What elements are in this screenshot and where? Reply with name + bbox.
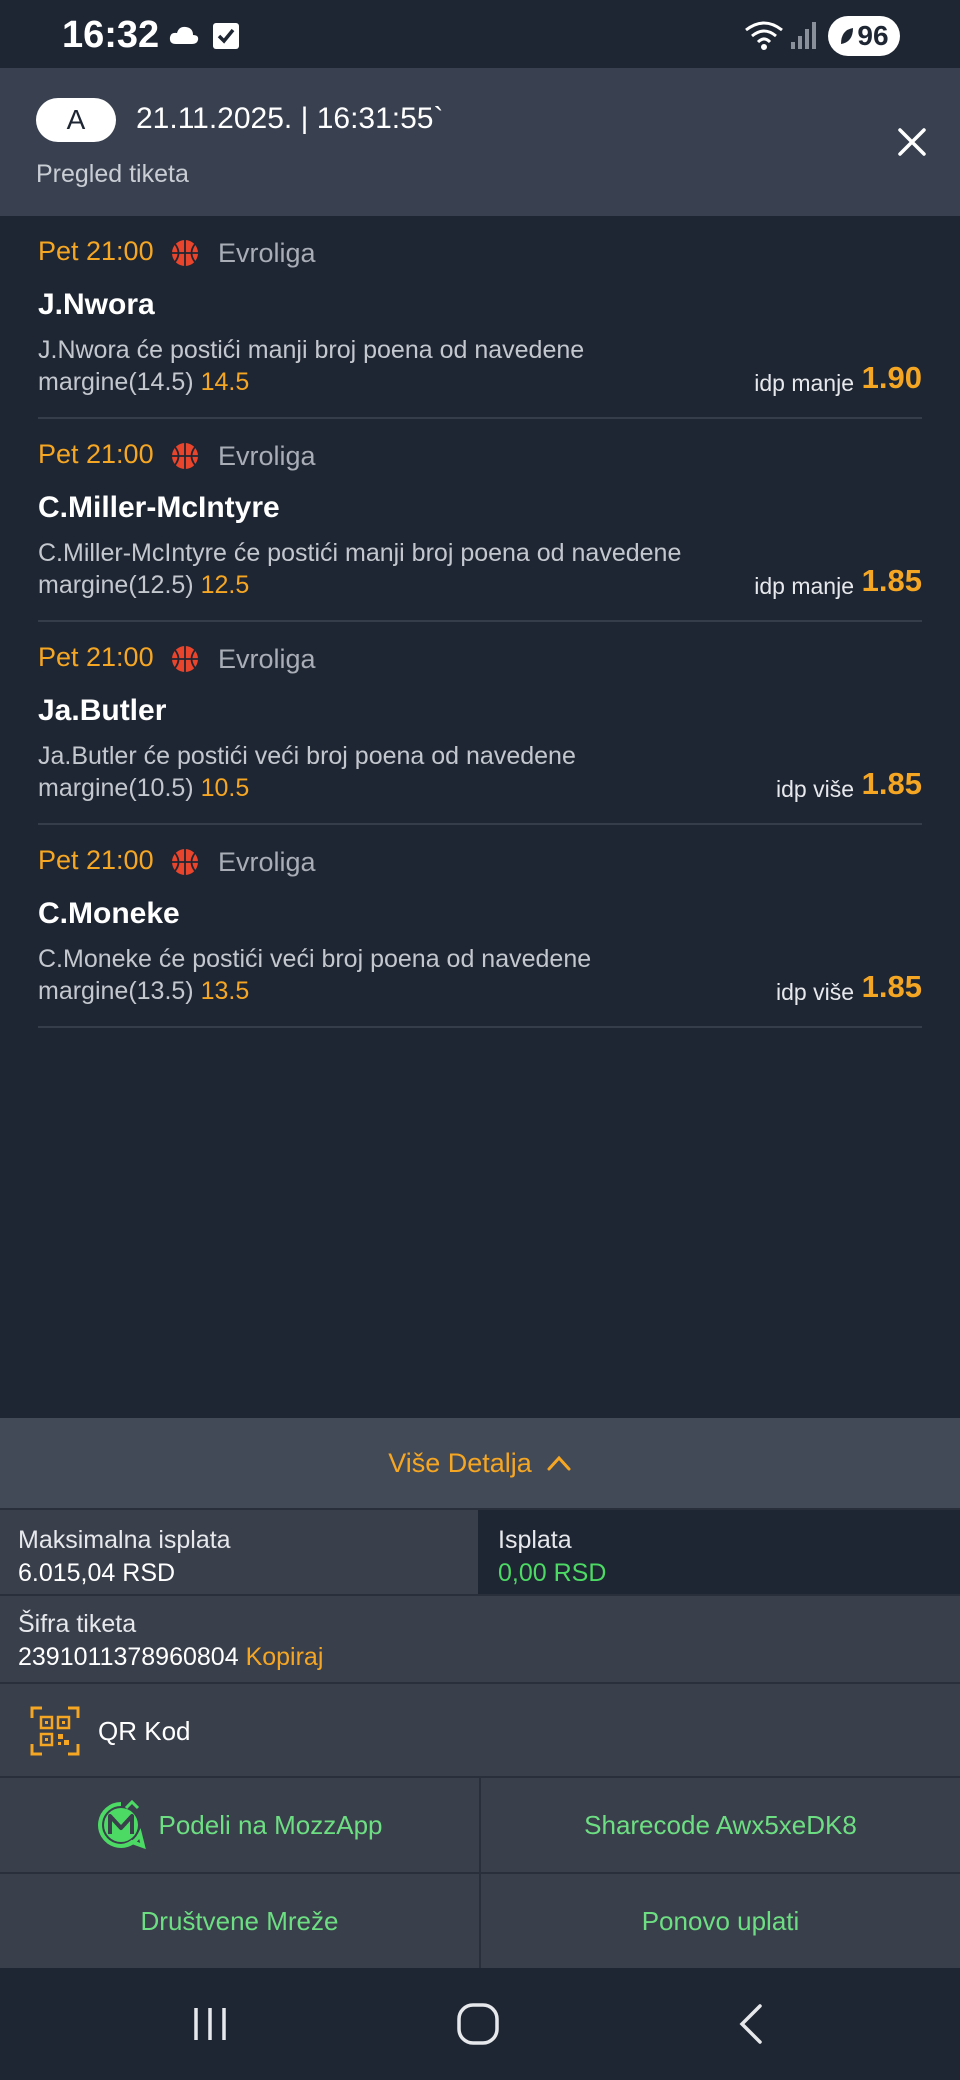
avatar[interactable]: A (36, 98, 116, 142)
bet-description-line2: margine(13.5) (38, 977, 194, 1005)
battery-icon: 96 (828, 16, 900, 56)
bet-description-line1: C.Moneke će postići veći broj poena od n… (38, 945, 592, 973)
payout-value: 0,00 RSD (498, 1559, 607, 1587)
bet-description-line1: Ja.Butler će postići veći broj poena od … (38, 742, 576, 770)
signal-icon (791, 22, 816, 49)
share-mozzapp-label: Podeli na MozzApp (158, 1809, 383, 1840)
bet-odds: 1.85 (861, 766, 922, 801)
battery-level: 96 (857, 20, 889, 51)
bet-item: Pet 21:00 Evroliga Ja.Butler Ja.Butler ć… (38, 622, 922, 825)
bet-type: idp manje (754, 370, 854, 396)
more-details-toggle[interactable]: Više Detalja (0, 1418, 960, 1508)
bet-odds: 1.90 (861, 360, 922, 395)
bet-description: J.Nwora će postići manji broj poena od n… (38, 334, 758, 398)
bet-league: Evroliga (218, 238, 316, 268)
bet-player: C.Moneke (38, 897, 180, 930)
bet-margin: 10.5 (200, 774, 250, 802)
max-payout-label: Maksimalna isplata (18, 1526, 231, 1554)
system-nav-bar (0, 1968, 960, 2080)
status-time: 16:32 (62, 14, 160, 56)
ticket-code: 2391011378960804 (18, 1643, 239, 1671)
bet-description: C.Moneke će postići veći broj poena od n… (38, 943, 758, 1007)
payout-row: Maksimalna isplata 6.015,04 RSD Isplata … (0, 1508, 960, 1594)
bet-description-line2: margine(12.5) (38, 571, 194, 599)
bet-time: Pet 21:00 (38, 439, 154, 469)
bet-margin: 14.5 (200, 368, 250, 396)
bet-description: C.Miller-McIntyre će postići manji broj … (38, 537, 758, 601)
bet-time: Pet 21:00 (38, 845, 154, 875)
bet-description-line1: J.Nwora će postići manji broj poena od n… (38, 336, 585, 364)
more-details-label: Više Detalja (388, 1447, 532, 1478)
cloud-icon (169, 26, 199, 44)
home-icon[interactable] (456, 2002, 500, 2046)
leaf-icon (841, 28, 854, 44)
bet-margin: 13.5 (200, 977, 250, 1005)
bet-league: Evroliga (218, 847, 316, 877)
replay-label: Ponovo uplati (641, 1905, 800, 1936)
bet-type: idp više (776, 776, 854, 802)
bet-description-line2: margine(10.5) (38, 774, 194, 802)
bet-odds: 1.85 (861, 969, 922, 1004)
bet-item: Pet 21:00 Evroliga C.Miller-McIntyre C.M… (38, 419, 922, 622)
bet-description-line1: C.Miller-McIntyre će postići manji broj … (38, 539, 682, 567)
qr-code-row[interactable]: QR Kod (0, 1682, 960, 1776)
bet-margin: 12.5 (200, 571, 250, 599)
check-icon (213, 23, 239, 49)
ticket-code-row: Šifra tiketa 2391011378960804 Kopiraj (0, 1594, 960, 1682)
basketball-icon (172, 849, 198, 875)
social-networks-button[interactable]: Društvene Mreže (0, 1874, 479, 1968)
close-icon[interactable] (894, 124, 930, 160)
basketball-icon (172, 646, 198, 672)
chevron-up-icon (547, 1455, 571, 1471)
bet-item: Pet 21:00 Evroliga C.Moneke C.Moneke će … (38, 825, 922, 1028)
max-payout-value: 6.015,04 RSD (18, 1559, 176, 1587)
mozzapp-icon (98, 1800, 147, 1850)
recent-apps-icon[interactable] (190, 2004, 230, 2044)
bet-player: J.Nwora (38, 288, 155, 321)
bet-odds: 1.85 (861, 563, 922, 598)
sharecode-label: Sharecode Awx5xeDK8 (584, 1809, 857, 1840)
sharecode-button[interactable]: Sharecode Awx5xeDK8 (479, 1778, 960, 1872)
bet-player: C.Miller-McIntyre (38, 491, 280, 524)
wifi-icon (745, 21, 783, 50)
basketball-icon (172, 240, 198, 266)
share-mozzapp-button[interactable]: Podeli na MozzApp (0, 1778, 479, 1872)
copy-button[interactable]: Kopiraj (246, 1643, 324, 1671)
payout-cell: Isplata 0,00 RSD (478, 1508, 960, 1594)
ticket-code-label: Šifra tiketa (18, 1610, 137, 1638)
page-title: Pregled tiketa (36, 160, 189, 188)
bet-time: Pet 21:00 (38, 642, 154, 672)
ticket-datetime: 21.11.2025. | 16:31:55` (136, 102, 444, 135)
action-buttons: Podeli na MozzApp Sharecode Awx5xeDK8 Dr… (0, 1776, 960, 1968)
status-bar: 16:32 96 (0, 0, 960, 68)
bet-league: Evroliga (218, 441, 316, 471)
bet-description-line2: margine(14.5) (38, 368, 194, 396)
social-networks-label: Društvene Mreže (140, 1905, 339, 1936)
bet-type: idp više (776, 979, 854, 1005)
bet-time: Pet 21:00 (38, 236, 154, 266)
ticket-header: A 21.11.2025. | 16:31:55` Pregled tiketa (0, 68, 960, 216)
replay-button[interactable]: Ponovo uplati (479, 1874, 960, 1968)
bet-item: Pet 21:00 Evroliga J.Nwora J.Nwora će po… (38, 216, 922, 419)
bet-type: idp manje (754, 573, 854, 599)
bet-description: Ja.Butler će postići veći broj poena od … (38, 740, 758, 804)
back-icon[interactable] (736, 2002, 766, 2046)
max-payout-cell: Maksimalna isplata 6.015,04 RSD (0, 1508, 478, 1594)
payout-label: Isplata (498, 1526, 572, 1554)
basketball-icon (172, 443, 198, 469)
qr-code-label: QR Kod (98, 1716, 191, 1746)
bet-list: Pet 21:00 Evroliga J.Nwora J.Nwora će po… (0, 216, 960, 1028)
qr-code-icon (30, 1706, 80, 1756)
bet-player: Ja.Butler (38, 694, 167, 727)
bet-league: Evroliga (218, 644, 316, 674)
